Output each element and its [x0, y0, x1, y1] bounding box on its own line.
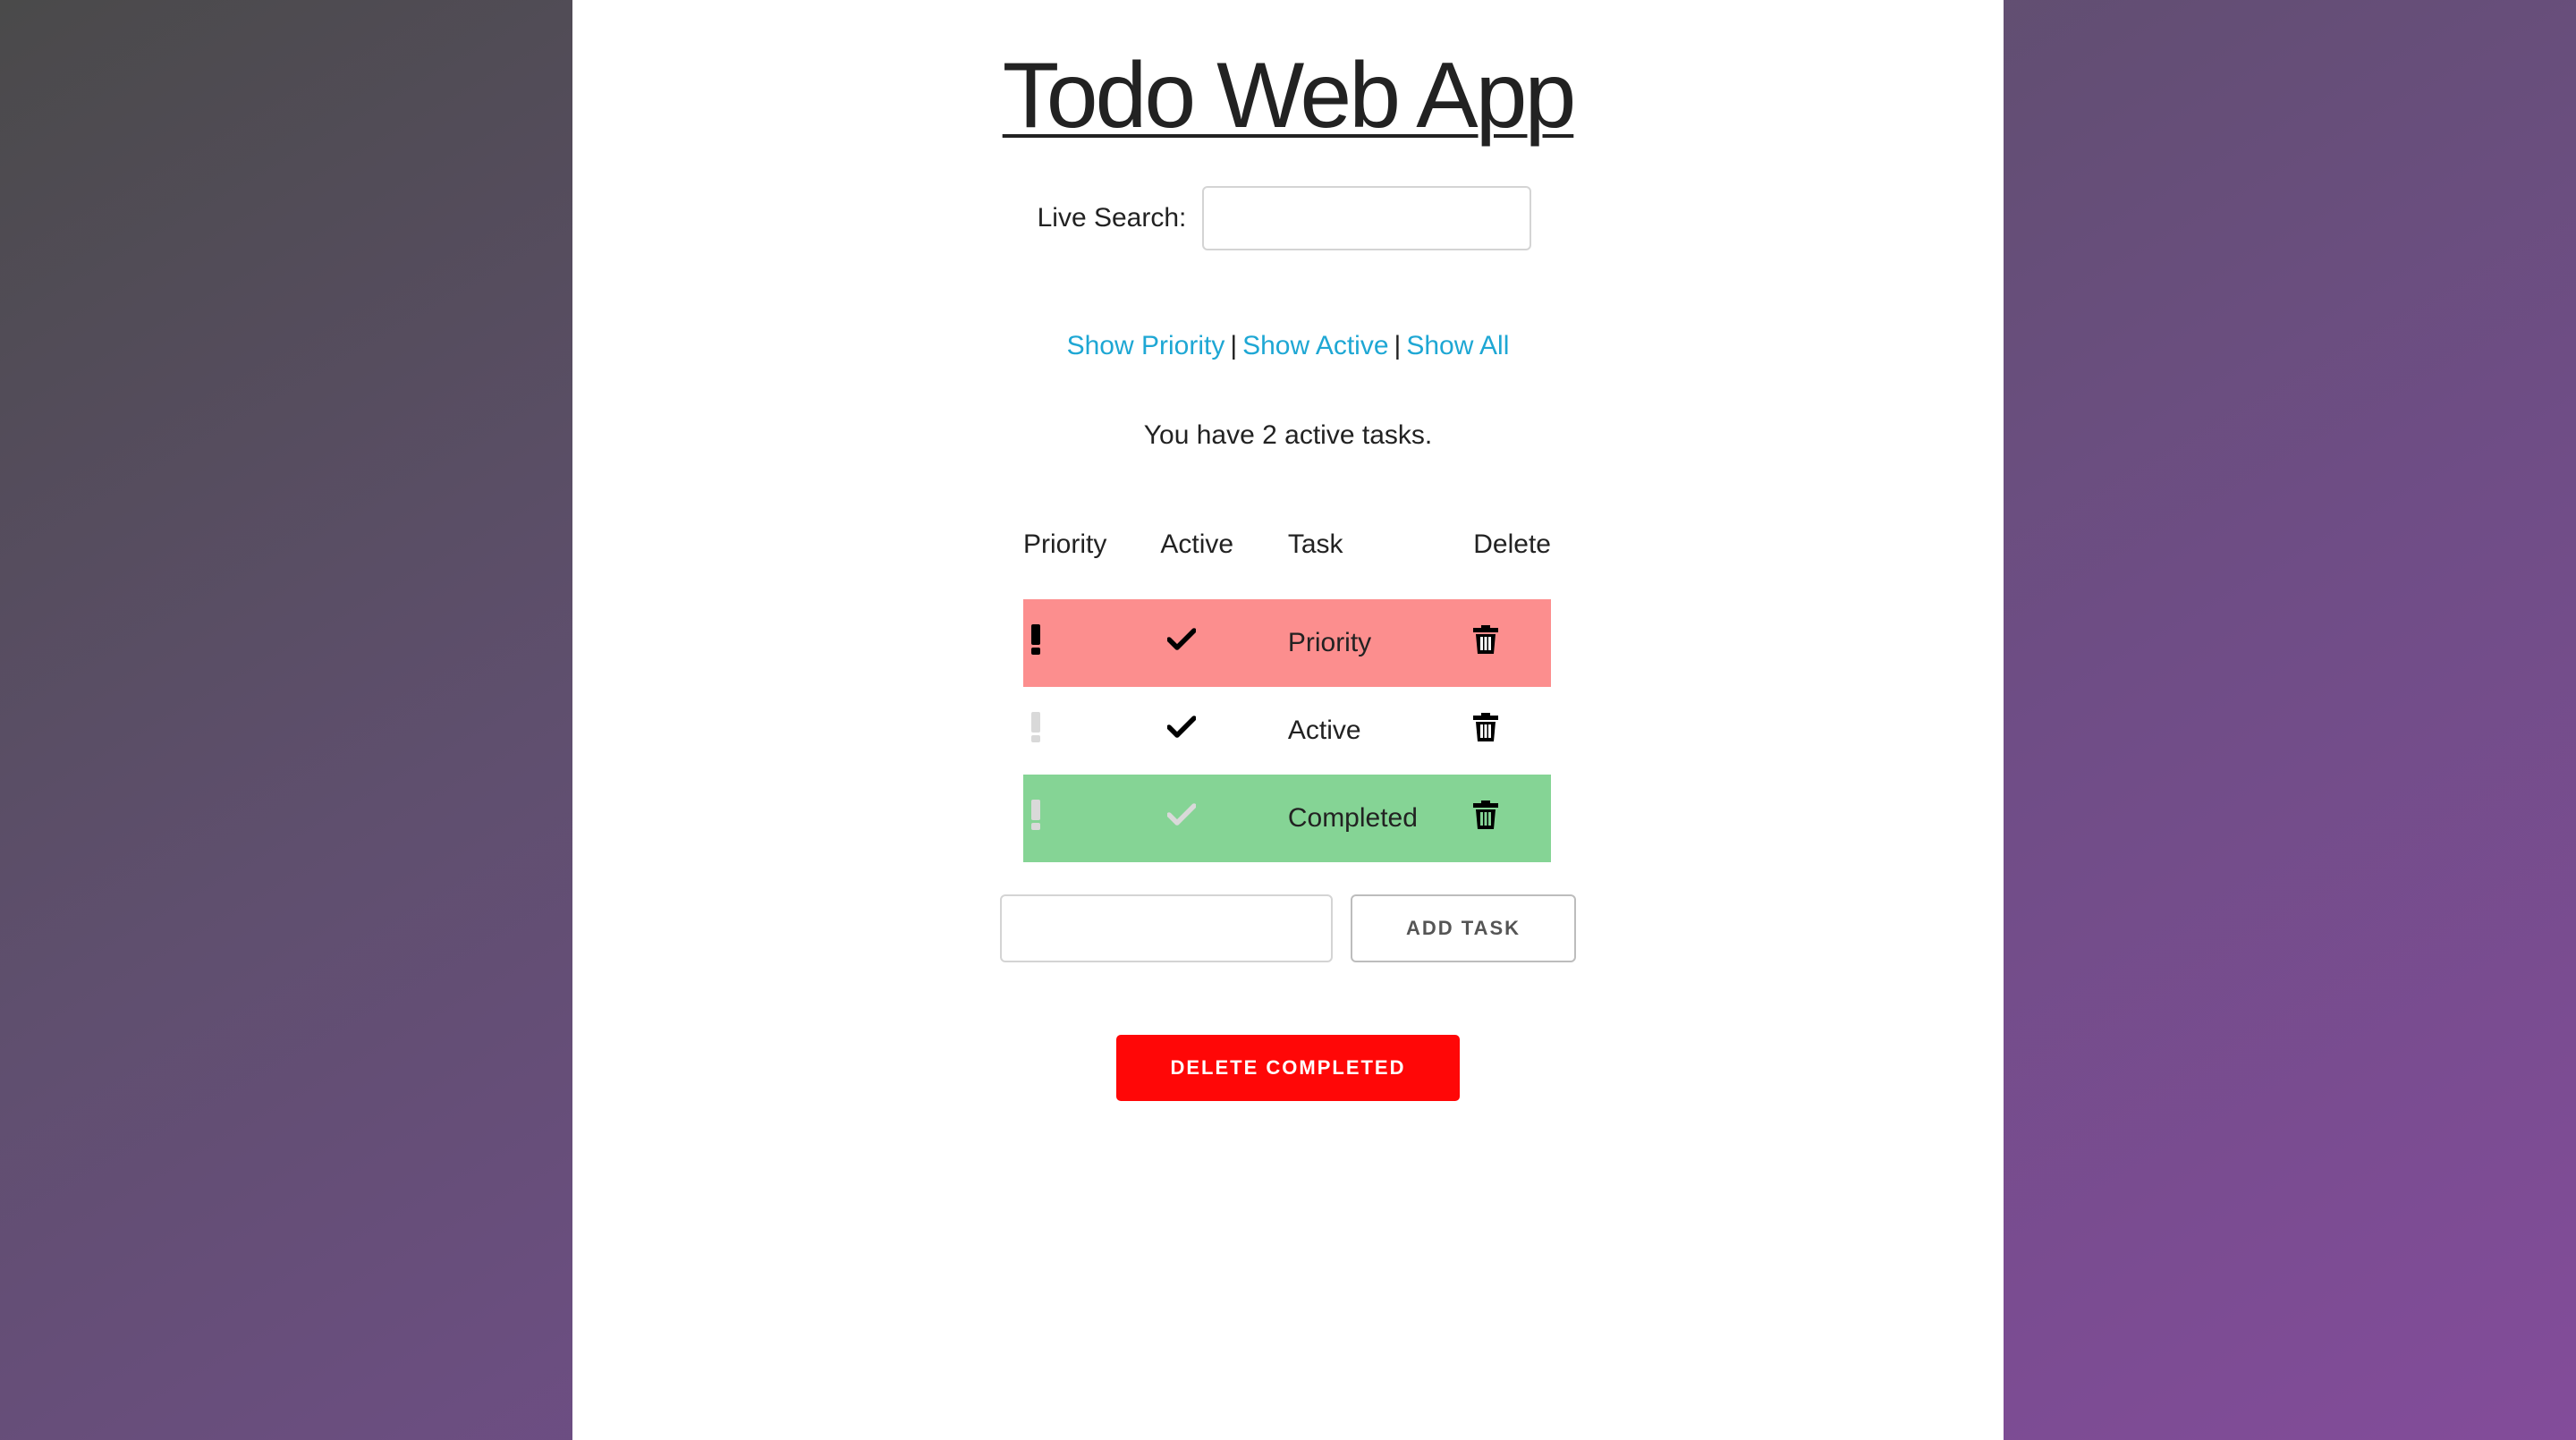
table-row: Completed: [1023, 775, 1551, 862]
live-search-label: Live Search:: [1037, 203, 1187, 233]
priority-cell: [1023, 687, 1160, 775]
checkmark-icon[interactable]: [1167, 716, 1197, 739]
show-active-link[interactable]: Show Active: [1242, 331, 1388, 360]
checkmark-icon[interactable]: [1167, 628, 1197, 651]
page-title-text: Todo Web App: [1002, 44, 1577, 148]
delete-cell: [1473, 775, 1551, 862]
task-table: Priority Active Task Delete Priority Act…: [1023, 519, 1551, 862]
active-cell: [1160, 687, 1287, 775]
live-search-row: Live Search:: [572, 186, 2004, 250]
header-delete: Delete: [1473, 529, 1551, 559]
active-cell: [1160, 775, 1288, 862]
task-cell: Completed: [1287, 775, 1474, 862]
exclamation-icon[interactable]: [1030, 712, 1041, 742]
header-active: Active: [1160, 529, 1234, 559]
add-task-button[interactable]: ADD TASK: [1351, 894, 1576, 962]
trash-icon[interactable]: [1473, 713, 1499, 741]
live-search-input[interactable]: [1202, 186, 1532, 250]
delete-cell: [1473, 599, 1551, 687]
show-priority-link[interactable]: Show Priority: [1067, 331, 1225, 360]
active-cell: [1160, 599, 1288, 687]
page-title: Todo Web App: [572, 43, 2004, 149]
filter-separator: |: [1230, 331, 1238, 360]
table-header-row: Priority Active Task Delete: [1023, 519, 1551, 599]
active-task-count: You have 2 active tasks.: [1143, 420, 1433, 450]
priority-cell: [1023, 599, 1161, 687]
task-cell: Active: [1287, 716, 1361, 745]
trash-icon[interactable]: [1473, 800, 1499, 829]
table-row: Active: [1023, 687, 1551, 775]
checkmark-icon[interactable]: [1167, 803, 1197, 826]
delete-completed-button[interactable]: DELETE COMPLETED: [1116, 1035, 1460, 1101]
new-task-input[interactable]: [1000, 894, 1333, 962]
task-cell: Priority: [1287, 599, 1474, 687]
header-priority: Priority: [1023, 529, 1107, 559]
priority-cell: [1023, 775, 1161, 862]
main-panel: Todo Web App Live Search: Show Priority |…: [572, 0, 2004, 1440]
show-all-link[interactable]: Show All: [1406, 331, 1509, 360]
header-task: Task: [1287, 529, 1343, 559]
exclamation-icon[interactable]: [1030, 624, 1041, 655]
table-row: Priority: [1023, 599, 1551, 687]
trash-icon[interactable]: [1473, 625, 1499, 654]
filter-links: Show Priority | Show Active | Show All: [572, 331, 2004, 361]
filter-separator: |: [1394, 331, 1402, 360]
delete-cell: [1473, 687, 1551, 775]
add-task-row: ADD TASK: [1000, 894, 1576, 962]
exclamation-icon[interactable]: [1030, 800, 1041, 830]
